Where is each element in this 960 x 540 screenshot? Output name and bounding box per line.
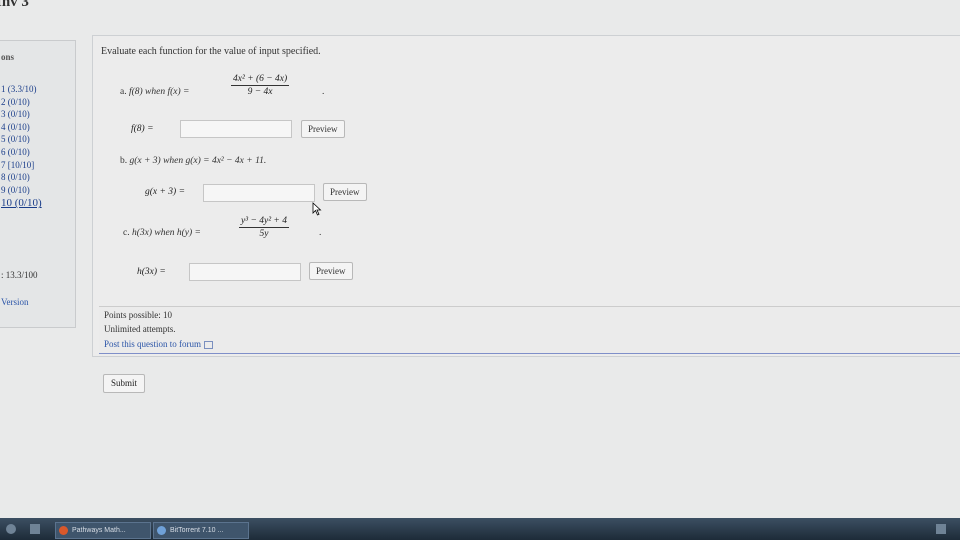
- part-c-denominator: 5y: [259, 229, 269, 239]
- start-orb-icon[interactable]: [6, 524, 16, 534]
- part-a-preview-button[interactable]: Preview: [301, 120, 345, 138]
- part-c-label: c. h(3x) when h(y) =: [123, 228, 201, 238]
- part-a-fraction: 4x² + (6 − 4x) 9 − 4x: [231, 74, 290, 97]
- question-link-3[interactable]: 3 (0/10): [1, 108, 42, 121]
- version-link[interactable]: Version: [1, 297, 29, 307]
- taskbar: Pathways Math... BitTorrent 7.10 ...: [0, 518, 960, 540]
- question-link-2[interactable]: 2 (0/10): [1, 96, 42, 109]
- question-link-4[interactable]: 4 (0/10): [1, 121, 42, 134]
- page-title: Inv 3: [0, 0, 29, 10]
- part-b-answer-label: g(x + 3) =: [145, 187, 185, 197]
- part-c-period: .: [319, 228, 322, 238]
- taskbar-button-bittorrent[interactable]: BitTorrent 7.10 ...: [153, 522, 249, 539]
- part-c-answer-input[interactable]: [189, 263, 301, 281]
- taskbar-bittorrent-label: BitTorrent 7.10 ...: [170, 527, 224, 534]
- part-a-answer-label: f(8) =: [131, 124, 154, 134]
- part-c-statement: h(3x) when h(y) =: [131, 228, 201, 238]
- part-a-denominator: 9 − 4x: [247, 87, 273, 97]
- question-sidebar: ons 1 (3.3/10) 2 (0/10) 3 (0/10) 4 (0/10…: [0, 40, 76, 328]
- part-b-preview-button[interactable]: Preview: [323, 183, 367, 201]
- question-info-box: Points possible: 10 Unlimited attempts. …: [99, 306, 960, 354]
- part-b-label: b. g(x + 3) when g(x) = 4x² − 4x + 11.: [120, 156, 266, 166]
- points-possible: Points possible: 10: [104, 310, 173, 320]
- part-a-statement: f(8) when f(x) =: [128, 87, 190, 97]
- question-link-9[interactable]: 9 (0/10): [1, 184, 42, 197]
- question-link-7[interactable]: 7 [10/10]: [1, 159, 42, 172]
- sidebar-header: ons: [1, 52, 15, 62]
- part-c-answer-label: h(3x) =: [137, 267, 166, 277]
- question-link-6[interactable]: 6 (0/10): [1, 146, 42, 159]
- part-b-statement: g(x + 3) when g(x) = 4x² − 4x + 11.: [129, 156, 267, 166]
- part-c-preview-button[interactable]: Preview: [309, 262, 353, 280]
- part-a-numerator: 4x² + (6 − 4x): [231, 74, 290, 86]
- part-b-answer-input[interactable]: [203, 184, 315, 202]
- question-instruction: Evaluate each function for the value of …: [101, 46, 321, 57]
- question-link-1[interactable]: 1 (3.3/10): [1, 83, 42, 96]
- external-link-icon: [204, 340, 214, 349]
- forum-link-text[interactable]: Post this question to forum: [104, 339, 201, 349]
- question-link-5[interactable]: 5 (0/10): [1, 133, 42, 146]
- bittorrent-icon: [157, 526, 166, 535]
- part-c-prefix: c.: [123, 228, 132, 238]
- part-b-prefix: b.: [120, 156, 130, 166]
- question-list: 1 (3.3/10) 2 (0/10) 3 (0/10) 4 (0/10) 5 …: [1, 83, 42, 211]
- part-a-period: .: [322, 87, 325, 97]
- question-link-8[interactable]: 8 (0/10): [1, 171, 42, 184]
- quick-launch-icon[interactable]: [30, 524, 40, 534]
- taskbar-browser-label: Pathways Math...: [72, 527, 126, 534]
- total-score: : 13.3/100: [1, 270, 38, 280]
- tray-icon[interactable]: [936, 524, 946, 534]
- part-c-fraction: y³ − 4y² + 4 5y: [239, 216, 289, 239]
- browser-icon: [59, 526, 68, 535]
- forum-link[interactable]: Post this question to forum: [104, 339, 214, 349]
- submit-button[interactable]: Submit: [103, 374, 146, 393]
- part-a-label: a. f(8) when f(x) =: [120, 87, 189, 97]
- part-a-prefix: a.: [120, 87, 129, 97]
- attempts-info: Unlimited attempts.: [104, 324, 176, 334]
- part-c-numerator: y³ − 4y² + 4: [239, 216, 289, 228]
- question-link-10-current[interactable]: 10 (0/10): [1, 196, 42, 211]
- part-a-answer-input[interactable]: [180, 120, 292, 138]
- mouse-cursor-icon: [312, 202, 322, 216]
- taskbar-button-browser[interactable]: Pathways Math...: [55, 522, 151, 539]
